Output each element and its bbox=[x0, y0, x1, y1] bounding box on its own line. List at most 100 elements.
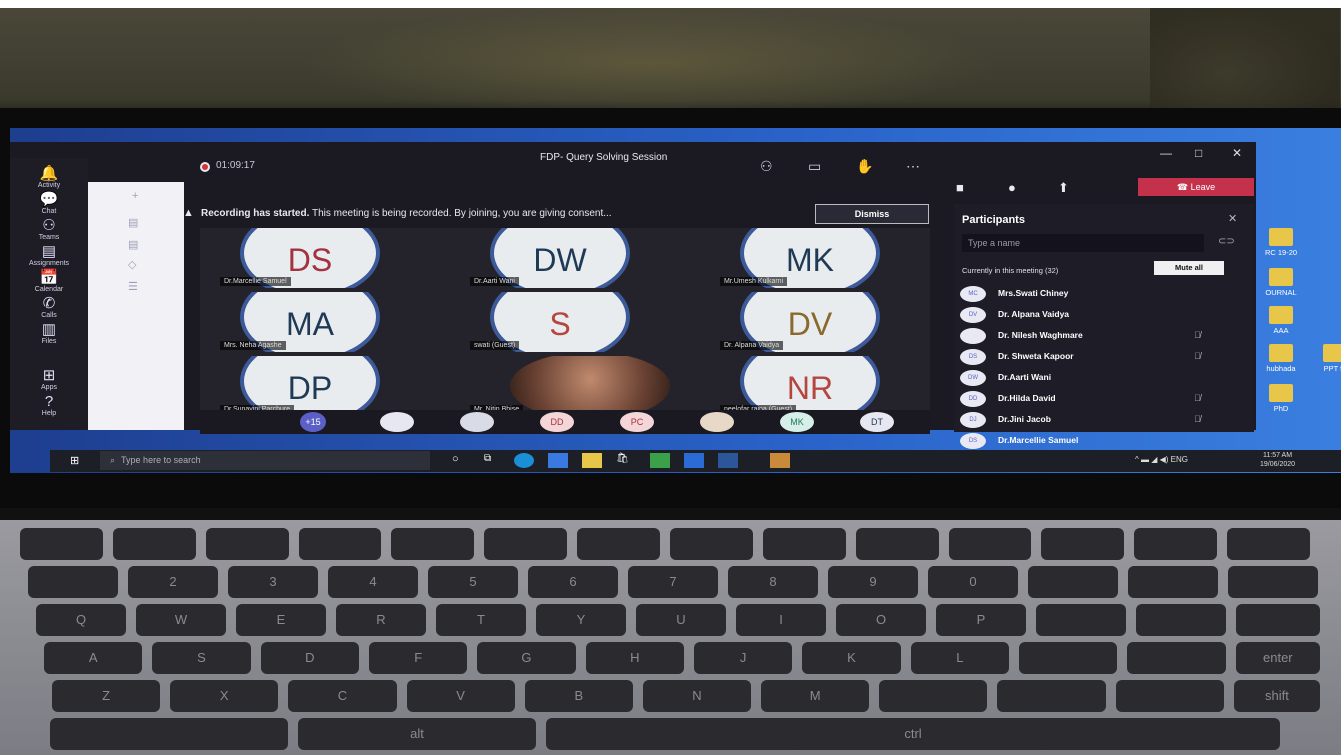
microphone-icon[interactable]: ● bbox=[1008, 180, 1016, 195]
keyboard-key[interactable] bbox=[50, 718, 288, 750]
rail-item-assignments[interactable]: ▤ Assignments bbox=[10, 244, 88, 268]
desktop-icon[interactable]: RC 19-20 bbox=[1246, 228, 1316, 257]
keyboard-key[interactable]: J bbox=[694, 642, 793, 674]
leave-button[interactable]: ☎ Leave bbox=[1138, 178, 1254, 196]
keyboard-key[interactable]: W bbox=[136, 604, 226, 636]
rail-item-files[interactable]: ▥ Files bbox=[10, 322, 88, 346]
strip-avatar[interactable]: DT bbox=[860, 412, 894, 432]
keyboard-key[interactable] bbox=[391, 528, 475, 560]
keyboard-key[interactable] bbox=[670, 528, 753, 560]
keyboard-key[interactable] bbox=[298, 528, 382, 560]
keyboard-key[interactable] bbox=[1115, 680, 1224, 712]
store-icon[interactable]: 🛍 bbox=[616, 453, 636, 468]
participant-row[interactable]: DS Dr. Shweta Kapoor 🎙̸ bbox=[960, 347, 1250, 367]
keyboard-key[interactable]: Q bbox=[36, 604, 126, 636]
plus-icon[interactable]: + bbox=[132, 190, 138, 202]
participant-row[interactable]: DV Dr. Alpana Vaidya bbox=[960, 305, 1250, 325]
keyboard-key[interactable]: F bbox=[369, 642, 468, 674]
keyboard-key[interactable] bbox=[997, 680, 1106, 712]
keyboard-key[interactable]: Z bbox=[52, 680, 161, 712]
app-icon[interactable] bbox=[684, 453, 704, 468]
channel-icon[interactable]: ▤ bbox=[128, 238, 138, 251]
video-tile[interactable]: Mr. Nitin Bhise bbox=[470, 356, 710, 416]
keyboard-key[interactable]: 8 bbox=[728, 566, 818, 598]
keyboard-key[interactable] bbox=[112, 528, 196, 560]
raise-hand-icon[interactable]: ✋ bbox=[856, 158, 873, 175]
strip-avatar[interactable] bbox=[460, 412, 494, 432]
keyboard-key[interactable]: K bbox=[802, 642, 901, 674]
keyboard-key[interactable] bbox=[1042, 718, 1280, 750]
rail-item-activity[interactable]: 🔔 Activity bbox=[10, 166, 88, 190]
close-icon[interactable]: ✕ bbox=[1228, 212, 1237, 225]
keyboard-key[interactable] bbox=[879, 680, 988, 712]
strip-avatar[interactable]: PC bbox=[620, 412, 654, 432]
keyboard-key[interactable]: V bbox=[406, 680, 515, 712]
app-icon[interactable] bbox=[650, 453, 670, 468]
video-tile[interactable]: MK Mr.Umesh Kulkarni bbox=[720, 228, 960, 288]
keyboard-key[interactable]: G bbox=[477, 642, 576, 674]
keyboard-key[interactable] bbox=[205, 528, 289, 560]
keyboard-key[interactable]: 7 bbox=[628, 566, 718, 598]
participant-row[interactable]: DS Dr.Marcellie Samuel bbox=[960, 431, 1250, 451]
keyboard-key[interactable]: 3 bbox=[228, 566, 318, 598]
participant-row[interactable]: DD Dr.Hilda David 🎙̸ bbox=[960, 389, 1250, 409]
keyboard-key[interactable] bbox=[1227, 528, 1310, 560]
video-tile[interactable]: Sswati (Guest) bbox=[470, 292, 710, 352]
strip-avatar[interactable]: MK bbox=[780, 412, 814, 432]
participant-row[interactable]: DW Dr.Aarti Wani bbox=[960, 368, 1250, 388]
rail-item-chat[interactable]: 💬 Chat bbox=[10, 192, 88, 216]
keyboard-key[interactable]: alt bbox=[298, 718, 536, 750]
keyboard-key[interactable]: N bbox=[642, 680, 752, 712]
rail-item-calendar[interactable]: 📅 Calendar bbox=[10, 270, 88, 294]
keyboard-key[interactable]: 9 bbox=[828, 566, 918, 598]
keyboard-key[interactable] bbox=[1136, 604, 1226, 636]
keyboard-key[interactable] bbox=[948, 528, 1032, 560]
keyboard-key[interactable]: ctrl bbox=[794, 718, 1032, 750]
channel-icon[interactable]: ▤ bbox=[128, 216, 138, 229]
keyboard-key[interactable] bbox=[1019, 642, 1118, 674]
keyboard-key[interactable]: T bbox=[436, 604, 526, 636]
windows-start-icon[interactable]: ⊞ bbox=[70, 454, 79, 467]
teams-taskbar-icon[interactable] bbox=[770, 453, 790, 468]
close-icon[interactable]: ✕ bbox=[1232, 146, 1242, 160]
keyboard-key[interactable]: P bbox=[936, 604, 1026, 636]
keyboard-key[interactable] bbox=[20, 528, 103, 560]
cortana-icon[interactable]: ○ bbox=[452, 453, 472, 468]
minimize-icon[interactable]: — bbox=[1160, 146, 1172, 160]
link-icon[interactable]: ⊂⊃ bbox=[1218, 236, 1235, 247]
keyboard-key[interactable]: C bbox=[288, 680, 397, 712]
keyboard-key[interactable] bbox=[1228, 566, 1318, 598]
keyboard-key[interactable] bbox=[577, 528, 660, 560]
word-icon[interactable] bbox=[718, 453, 738, 468]
keyboard-key[interactable] bbox=[1236, 604, 1320, 636]
keyboard-key[interactable]: Y bbox=[536, 604, 626, 636]
keyboard-key[interactable]: shift bbox=[1233, 680, 1320, 712]
mute-all-button[interactable]: Mute all bbox=[1154, 261, 1224, 275]
keyboard-key[interactable]: E bbox=[236, 604, 326, 636]
camera-icon[interactable]: ■ bbox=[956, 180, 964, 195]
people-icon[interactable]: ⚇ bbox=[760, 158, 773, 175]
keyboard-key[interactable] bbox=[484, 528, 568, 560]
video-tile[interactable]: DS Dr.Marcellie Samuel bbox=[220, 228, 460, 288]
rail-item-apps[interactable]: ⊞ Apps bbox=[10, 368, 88, 392]
keyboard-key[interactable]: 2 bbox=[128, 566, 218, 598]
keyboard-key[interactable]: R bbox=[336, 604, 426, 636]
rail-item-teams[interactable]: ⚇ Teams bbox=[10, 218, 88, 242]
dismiss-button[interactable]: Dismiss bbox=[815, 204, 929, 224]
keyboard-key[interactable]: D bbox=[260, 642, 359, 674]
keyboard-key[interactable] bbox=[1028, 566, 1118, 598]
keyboard-key[interactable]: B bbox=[524, 680, 633, 712]
keyboard-key[interactable] bbox=[1127, 642, 1226, 674]
video-tile[interactable]: NRneelofar raina (Guest) bbox=[720, 356, 960, 416]
keyboard-key[interactable]: M bbox=[761, 680, 870, 712]
video-tile[interactable]: DW Dr.Aarti Wani bbox=[470, 228, 710, 288]
keyboard-key[interactable] bbox=[855, 528, 939, 560]
keyboard-key[interactable]: L bbox=[910, 642, 1009, 674]
folder-icon[interactable] bbox=[582, 453, 602, 468]
participant-row[interactable]: DJ Dr.Jini Jacob 🎙̸ bbox=[960, 410, 1250, 430]
desktop-icon[interactable]: PhD bbox=[1246, 384, 1316, 413]
participant-row[interactable]: Dr. Nilesh Waghmare 🎙̸ bbox=[960, 326, 1250, 346]
list-icon[interactable]: ☰ bbox=[128, 280, 138, 293]
rail-item-help[interactable]: ? Help bbox=[10, 394, 88, 418]
participant-row[interactable]: MC Mrs.Swati Chiney bbox=[960, 284, 1250, 304]
